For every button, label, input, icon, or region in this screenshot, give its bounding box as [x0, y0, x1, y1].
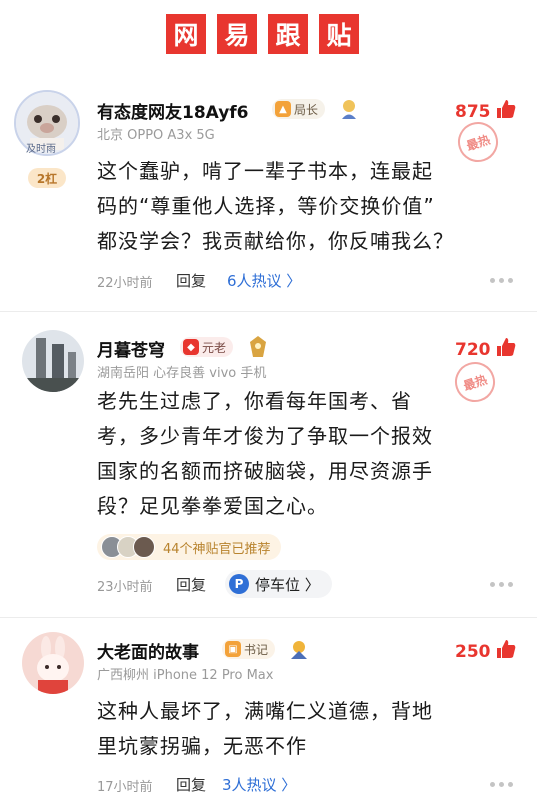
timestamp: 17小时前 [97, 780, 153, 795]
parking-label: 停车位 〉 [255, 575, 320, 594]
title-char: 易 [217, 14, 257, 54]
more-dot [490, 782, 495, 787]
title-char: 跟 [268, 14, 308, 54]
comment-text[interactable]: 这种人最坏了，满嘴仁义道德，背地 里坑蒙拐骗，无恶不作 [97, 694, 522, 764]
title-char: 贴 [319, 14, 359, 54]
more-options-button[interactable] [490, 782, 513, 787]
title-char: 网 [166, 14, 206, 54]
recommend-label: 44个神贴官已推荐 [163, 541, 271, 557]
like-count: 720 [455, 339, 491, 360]
medal-icon [338, 98, 360, 124]
level-icon: ◆ [183, 339, 199, 355]
comment-item: 大老面的故事 ▣ 书记 广西柳州 iPhone 12 Pro Max 250 这… [0, 618, 537, 800]
hot-discussion-link[interactable]: 6人热议 〉 [227, 270, 301, 291]
text-line: 段？足见拳拳爱国之心。 [97, 494, 328, 518]
mini-avatar [133, 536, 155, 558]
text-line: 都没学会？我贡献给你，你反哺我么？ [97, 229, 454, 253]
text-line: 国家的名额而挤破脑袋，用尽资源手 [97, 459, 433, 483]
title-badge: ◆ 元老 [180, 337, 234, 357]
title-badge: ▣ 书记 [222, 639, 276, 659]
text-line: 里坑蒙拐骗，无恶不作 [97, 734, 307, 758]
reply-button[interactable]: 回复 [176, 774, 206, 795]
more-dot [490, 582, 495, 587]
badge-label: 元老 [202, 340, 227, 355]
like-button[interactable]: 720 [455, 336, 517, 363]
comment-item: 月暮苍穹 ◆ 元老 湖南岳阳 心存良善 vivo 手机 720 最热 老先生过虑… [0, 312, 537, 618]
thumbs-up-icon [495, 336, 517, 363]
text-line: 老先生过虑了，你看每年国考、省 [97, 389, 412, 413]
page-header: 网 易 跟 贴 [0, 0, 537, 72]
more-dot [490, 278, 495, 283]
comment-item: 及时雨 2杠 有态度网友18Ayf6 ▲ 局长 北京 OPPO A3x 5G 8… [0, 72, 537, 306]
like-button[interactable]: 250 [455, 638, 517, 665]
level-icon: ▣ [225, 641, 241, 657]
text-line: 这个蠢驴，啃了一辈子书本，连最起 [97, 159, 433, 183]
like-count: 250 [455, 641, 491, 662]
medal-icon [288, 638, 310, 664]
username[interactable]: 月暮苍穹 [97, 336, 165, 361]
more-dot [508, 278, 513, 283]
like-count: 875 [455, 101, 491, 122]
comment-text[interactable]: 这个蠢驴，啃了一辈子书本，连最起 码的“尊重他人选择，等价交换价值” 都没学会？… [97, 154, 522, 259]
username[interactable]: 大老面的故事 [97, 638, 199, 663]
user-meta: 湖南岳阳 心存良善 vivo 手机 [97, 366, 267, 381]
medal-icon [248, 335, 268, 363]
username[interactable]: 有态度网友18Ayf6 [97, 98, 249, 123]
recommend-pill[interactable]: 44个神贴官已推荐 [97, 534, 281, 560]
thumbs-up-icon [495, 638, 517, 665]
comment-text[interactable]: 老先生过虑了，你看每年国考、省 考，多少青年才俊为了争取一个报效 国家的名额而挤… [97, 384, 522, 524]
more-options-button[interactable] [490, 582, 513, 587]
more-options-button[interactable] [490, 278, 513, 283]
badge-label: 局长 [294, 102, 319, 117]
text-line: 考，多少青年才俊为了争取一个报效 [97, 424, 433, 448]
like-button[interactable]: 875 [455, 98, 517, 125]
level-icon: ▲ [275, 101, 291, 117]
thumbs-up-icon [495, 98, 517, 125]
timestamp: 22小时前 [97, 276, 153, 291]
avatar-caption: 及时雨 [26, 144, 56, 155]
reply-button[interactable]: 回复 [176, 574, 206, 595]
avatar[interactable] [22, 330, 84, 392]
app-title: 网 易 跟 贴 [166, 14, 359, 54]
user-meta: 广西柳州 iPhone 12 Pro Max [97, 668, 274, 683]
badge-label: 书记 [244, 642, 269, 657]
more-dot [508, 582, 513, 587]
more-dot [499, 582, 504, 587]
parking-spot-button[interactable]: P 停车位 〉 [225, 570, 332, 598]
avatar[interactable] [22, 632, 84, 694]
more-dot [499, 278, 504, 283]
user-meta: 北京 OPPO A3x 5G [97, 128, 215, 143]
text-line: 码的“尊重他人选择，等价交换价值” [97, 194, 435, 218]
more-dot [508, 782, 513, 787]
recommender-avatars [101, 536, 155, 558]
rank-badge: 2杠 [28, 168, 66, 188]
text-line: 这种人最坏了，满嘴仁义道德，背地 [97, 699, 433, 723]
reply-button[interactable]: 回复 [176, 270, 206, 291]
more-dot [499, 782, 504, 787]
timestamp: 23小时前 [97, 580, 153, 595]
hot-discussion-link[interactable]: 3人热议 〉 [222, 774, 296, 795]
title-badge: ▲ 局长 [272, 99, 326, 119]
parking-icon: P [229, 574, 249, 594]
